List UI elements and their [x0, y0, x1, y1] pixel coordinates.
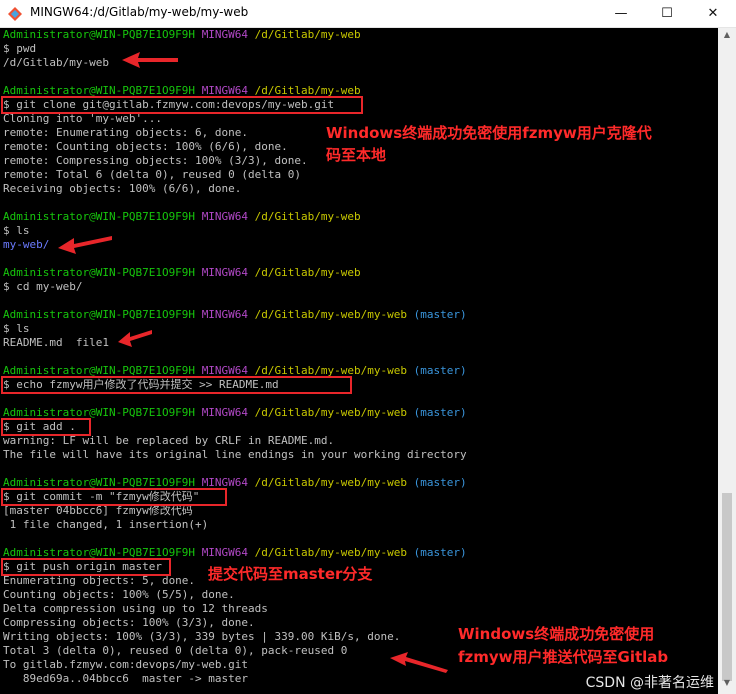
prompt-line: Administrator@WIN-PQB7E1O9F9H MINGW64 /d…	[3, 210, 361, 224]
highlight-box	[1, 488, 227, 506]
annotation-result-line-1: Windows终端成功免密使用	[458, 625, 655, 643]
prompt-user: Administrator@WIN-PQB7E1O9F9H	[3, 266, 196, 279]
git-bash-icon	[8, 7, 22, 21]
output-line: Cloning into 'my-web'...	[3, 112, 162, 125]
arrow-icon	[122, 52, 178, 68]
title-bar: MINGW64:/d/Gitlab/my-web/my-web — ☐ ✕	[0, 0, 736, 28]
scrollbar-thumb[interactable]	[722, 493, 732, 681]
output-line: /d/Gitlab/my-web	[3, 56, 109, 69]
prompt-path: /d/Gitlab/my-web	[254, 28, 361, 41]
vertical-scrollbar[interactable]: ▲ ▼	[718, 28, 736, 694]
arrow-icon	[390, 652, 448, 673]
prompt-line: Administrator@WIN-PQB7E1O9F9H MINGW64 /d…	[3, 28, 361, 42]
prompt-branch: (master)	[413, 406, 467, 419]
terminal-output[interactable]: Administrator@WIN-PQB7E1O9F9H MINGW64 /d…	[0, 28, 718, 694]
maximize-button[interactable]: ☐	[644, 0, 690, 27]
output-line: Counting objects: 100% (5/5), done.	[3, 588, 235, 601]
watermark: CSDN @非著名运维	[585, 675, 714, 691]
output-line: Enumerating objects: 5, done.	[3, 574, 196, 587]
prompt-user: Administrator@WIN-PQB7E1O9F9H	[3, 210, 196, 223]
output-directory: my-web/	[3, 238, 50, 251]
prompt-path: /d/Gitlab/my-web	[254, 210, 361, 223]
highlight-box	[1, 558, 171, 576]
prompt-shell: MINGW64	[201, 210, 249, 223]
prompt-shell: MINGW64	[201, 406, 249, 419]
output-line: remote: Enumerating objects: 6, done.	[3, 126, 249, 139]
prompt-shell: MINGW64	[201, 28, 249, 41]
annotation-result-line-2: fzmyw用户推送代码至Gitlab	[458, 648, 669, 666]
output-line: Receiving objects: 100% (6/6), done.	[3, 182, 242, 195]
highlight-box	[1, 418, 91, 436]
annotation-clone-line-2: 码至本地	[326, 146, 387, 164]
output-line: README.md file1	[3, 336, 109, 349]
prompt-branch: (master)	[413, 308, 467, 321]
scroll-down-icon[interactable]: ▼	[718, 678, 736, 692]
command-ls: $ ls	[3, 224, 30, 237]
output-line: Compressing objects: 100% (3/3), done.	[3, 616, 255, 629]
command-cd: $ cd my-web/	[3, 280, 83, 293]
output-line: warning: LF will be replaced by CRLF in …	[3, 434, 335, 447]
command-pwd: $ pwd	[3, 42, 37, 55]
prompt-branch: (master)	[413, 364, 467, 377]
prompt-shell: MINGW64	[201, 266, 249, 279]
arrow-icon	[58, 236, 112, 254]
prompt-path: /d/Gitlab/my-web/my-web	[254, 406, 407, 419]
arrow-icon	[118, 330, 152, 347]
prompt-shell: MINGW64	[201, 308, 249, 321]
output-line: The file will have its original line end…	[3, 448, 467, 461]
prompt-branch: (master)	[413, 476, 467, 489]
output-line: remote: Total 6 (delta 0), reused 0 (del…	[3, 168, 302, 181]
output-line: Delta compression using up to 12 threads	[3, 602, 268, 615]
prompt-path: /d/Gitlab/my-web/my-web	[254, 308, 407, 321]
prompt-line: Administrator@WIN-PQB7E1O9F9H MINGW64 /d…	[3, 266, 361, 280]
output-line: 89ed69a..04bbcc6 master -> master	[3, 672, 249, 685]
output-line: [master 04bbcc6] fzmyw修改代码	[3, 504, 193, 517]
close-button[interactable]: ✕	[690, 0, 736, 27]
output-line: Total 3 (delta 0), reused 0 (delta 0), p…	[3, 644, 348, 657]
prompt-user: Administrator@WIN-PQB7E1O9F9H	[3, 28, 196, 41]
command-ls: $ ls	[3, 322, 30, 335]
highlight-box	[1, 96, 363, 114]
prompt-path: /d/Gitlab/my-web/my-web	[254, 476, 407, 489]
output-line: Writing objects: 100% (3/3), 339 bytes |…	[3, 630, 401, 643]
output-line: 1 file changed, 1 insertion(+)	[3, 518, 209, 531]
prompt-path: /d/Gitlab/my-web	[254, 266, 361, 279]
output-line: To gitlab.fzmyw.com:devops/my-web.git	[3, 658, 249, 671]
highlight-box	[1, 376, 352, 394]
prompt-user: Administrator@WIN-PQB7E1O9F9H	[3, 308, 196, 321]
window-title: MINGW64:/d/Gitlab/my-web/my-web	[30, 5, 249, 19]
scroll-up-icon[interactable]: ▲	[718, 30, 736, 44]
output-line: remote: Compressing objects: 100% (3/3),…	[3, 154, 308, 167]
minimize-button[interactable]: —	[598, 0, 644, 27]
output-line: remote: Counting objects: 100% (6/6), do…	[3, 140, 288, 153]
prompt-shell: MINGW64	[201, 546, 249, 559]
prompt-path: /d/Gitlab/my-web/my-web	[254, 546, 407, 559]
prompt-branch: (master)	[413, 546, 467, 559]
prompt-line: Administrator@WIN-PQB7E1O9F9H MINGW64 /d…	[3, 308, 467, 322]
annotation-clone-line-1: Windows终端成功免密使用fzmyw用户克隆代	[326, 124, 652, 142]
annotation-push: 提交代码至master分支	[208, 565, 373, 583]
